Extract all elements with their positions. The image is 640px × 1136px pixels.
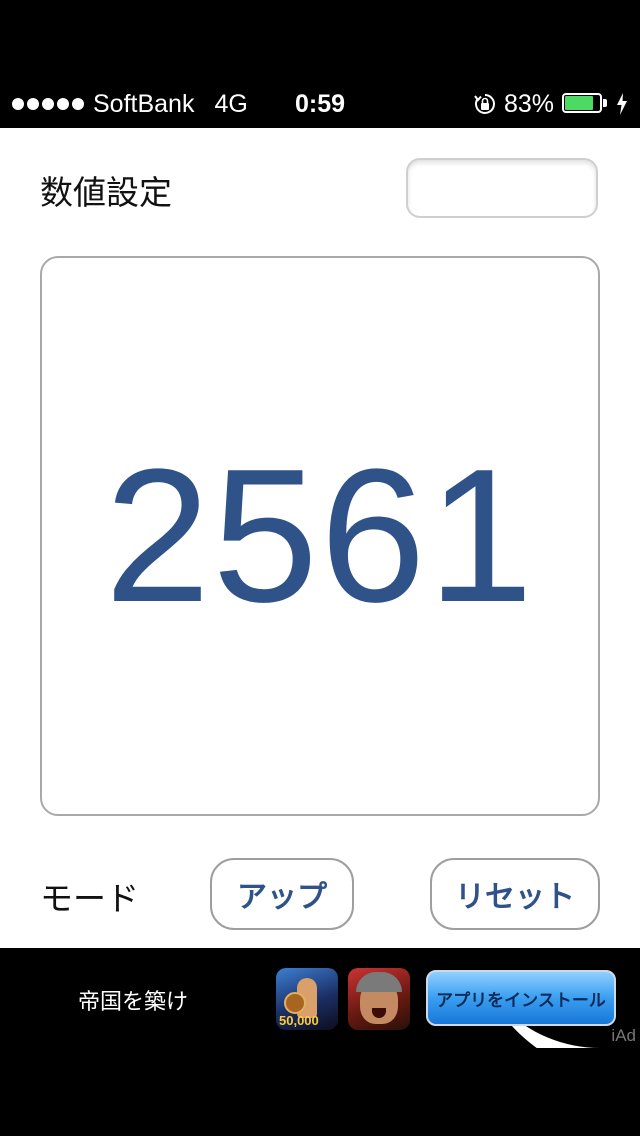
install-app-button[interactable]: アプリをインストール [426, 970, 616, 1026]
battery-percent: 83% [503, 89, 554, 118]
setting-value-input[interactable] [406, 158, 598, 218]
charging-bolt-icon [617, 93, 627, 115]
status-time: 0:59 [294, 89, 346, 118]
mode-label: モード [40, 879, 139, 918]
battery-icon [562, 93, 608, 115]
ad-text: 帝国を築け [78, 990, 189, 1015]
spartan-game-icon: 50,000 [276, 968, 338, 1030]
carrier-name: SoftBank [93, 89, 195, 118]
counter-display: 2561 [40, 256, 600, 816]
network-type: 4G [214, 89, 248, 118]
reset-button[interactable]: リセット [430, 858, 600, 930]
setting-label: 数値設定 [40, 173, 172, 212]
signal-strength-icon [12, 98, 84, 110]
warrior-game-icon [348, 968, 410, 1030]
up-button[interactable]: アップ [210, 858, 354, 930]
rotation-lock-icon [474, 94, 495, 114]
counter-value: 2561 [104, 430, 536, 642]
status-bar: SoftBank 4G 0:59 83% [0, 80, 640, 128]
ad-banner[interactable]: 帝国を築け 50,000 アプリをインストール iAd [0, 948, 640, 1048]
game-badge-number: 50,000 [279, 1013, 319, 1028]
main-content: 数値設定 2561 モード アップ リセット [0, 128, 640, 948]
iad-badge: iAd [611, 1026, 636, 1045]
